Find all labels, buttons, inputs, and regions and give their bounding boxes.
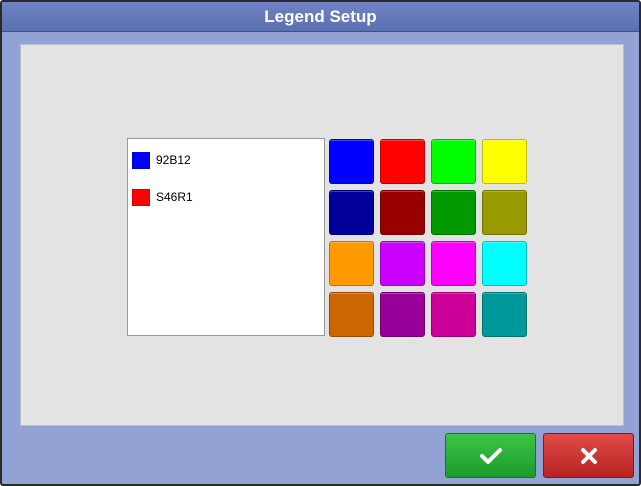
- checkmark-icon: [479, 447, 502, 464]
- color-swatch-5[interactable]: [329, 190, 374, 235]
- close-icon: [580, 447, 597, 464]
- color-swatch-15[interactable]: [431, 292, 476, 337]
- cancel-button[interactable]: [543, 433, 634, 478]
- legend-item-label: 92B12: [156, 153, 191, 167]
- color-swatch-3[interactable]: [431, 139, 476, 184]
- legend-color-swatch: [132, 151, 150, 169]
- color-swatch-8[interactable]: [482, 190, 527, 235]
- color-swatch-4[interactable]: [482, 139, 527, 184]
- color-swatch-6[interactable]: [380, 190, 425, 235]
- legend-item-label: S46R1: [156, 190, 193, 204]
- legend-list: 92B12 S46R1: [127, 138, 325, 336]
- color-swatch-1[interactable]: [329, 139, 374, 184]
- color-swatch-13[interactable]: [329, 292, 374, 337]
- color-palette: [329, 139, 533, 339]
- color-swatch-12[interactable]: [482, 241, 527, 286]
- legend-item-1[interactable]: 92B12: [132, 150, 191, 170]
- color-swatch-9[interactable]: [329, 241, 374, 286]
- color-swatch-14[interactable]: [380, 292, 425, 337]
- color-swatch-16[interactable]: [482, 292, 527, 337]
- content-panel: 92B12 S46R1: [20, 44, 624, 426]
- dialog-title: Legend Setup: [2, 2, 639, 32]
- color-swatch-11[interactable]: [431, 241, 476, 286]
- ok-button[interactable]: [445, 433, 536, 478]
- legend-item-2[interactable]: S46R1: [132, 187, 193, 207]
- color-swatch-7[interactable]: [431, 190, 476, 235]
- color-swatch-2[interactable]: [380, 139, 425, 184]
- color-swatch-10[interactable]: [380, 241, 425, 286]
- legend-setup-dialog: Legend Setup 92B12 S46R1: [0, 0, 641, 486]
- legend-color-swatch: [132, 188, 150, 206]
